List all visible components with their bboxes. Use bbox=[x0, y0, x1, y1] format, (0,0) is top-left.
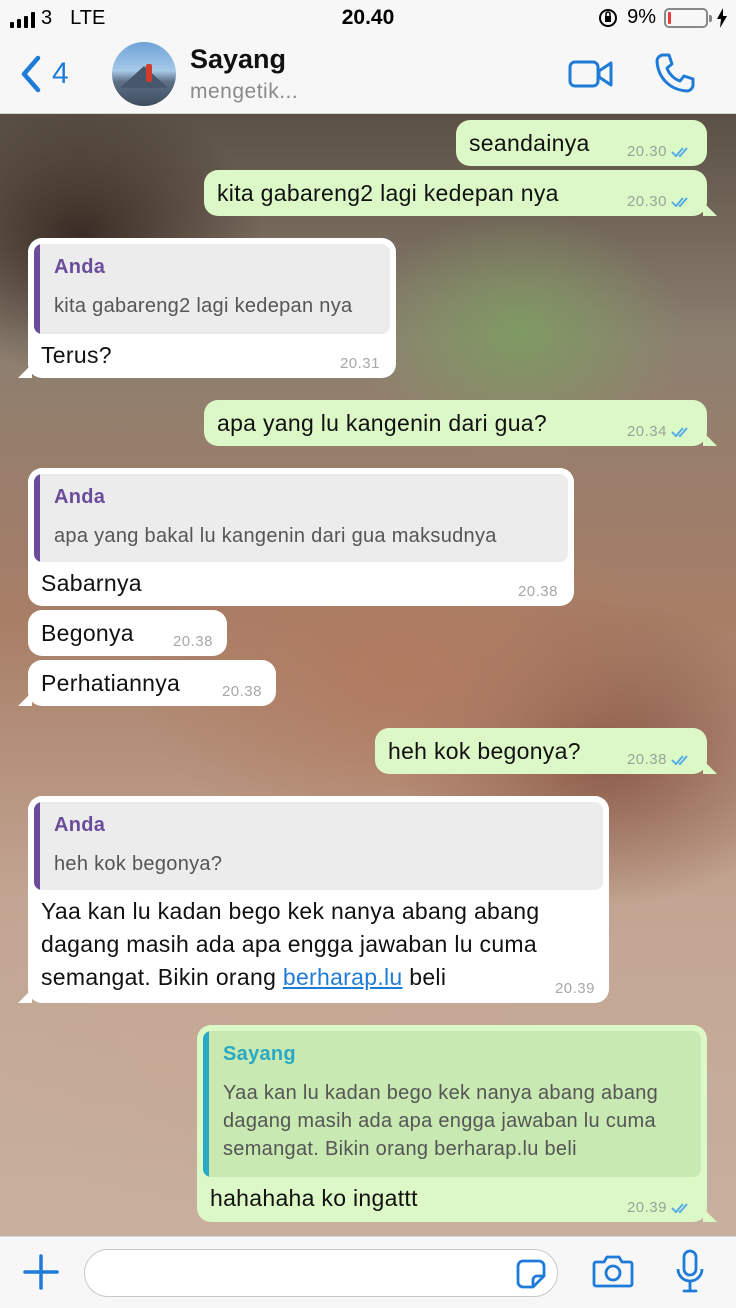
message-input-bar bbox=[0, 1236, 736, 1308]
sticker-icon[interactable] bbox=[515, 1258, 547, 1290]
chat-area[interactable]: seandainya 20.30 kita gabareng2 lagi ked… bbox=[0, 114, 736, 1236]
message-time: 20.34 bbox=[626, 423, 667, 440]
message-meta: 20.38 bbox=[222, 683, 262, 700]
quoted-text: heh kok begonya? bbox=[54, 853, 223, 875]
orientation-lock-icon bbox=[599, 8, 618, 27]
message-time: 20.39 bbox=[626, 1199, 667, 1216]
message-meta: 20.38 bbox=[518, 583, 558, 600]
quoted-text: kita gabareng2 lagi kedepan nya bbox=[54, 295, 353, 317]
message-time: 20.38 bbox=[172, 633, 213, 650]
message-bubble-outgoing[interactable]: heh kok begonya? 20.38 bbox=[375, 728, 717, 774]
message-text: Perhatiannya bbox=[41, 670, 181, 696]
quoted-text-line: dagang masih ada apa engga jawaban lu cu… bbox=[223, 1110, 656, 1132]
message-text: apa yang lu kangenin dari gua? bbox=[217, 410, 547, 436]
message-text: Sabarnya bbox=[41, 570, 142, 596]
back-button[interactable]: 4 bbox=[18, 54, 69, 94]
battery-fill bbox=[668, 11, 671, 24]
message-text-input[interactable] bbox=[101, 1256, 501, 1290]
quoted-text: apa yang bakal lu kangenin dari gua maks… bbox=[54, 525, 497, 547]
message-meta: 20.30 bbox=[627, 193, 693, 210]
double-check-icon bbox=[671, 426, 688, 437]
plus-icon[interactable] bbox=[22, 1253, 60, 1291]
back-count: 4 bbox=[52, 57, 69, 90]
battery-percent: 9% bbox=[627, 6, 656, 28]
message-text-line: semangat. Bikin orang berharap.lu beli bbox=[41, 964, 447, 990]
quoted-message[interactable]: Sayang Yaa kan lu kadan bego kek nanya a… bbox=[203, 1031, 701, 1177]
message-meta: 20.38 bbox=[173, 633, 213, 650]
chevron-left-icon bbox=[21, 55, 41, 93]
message-bubble-outgoing[interactable]: Sayang Yaa kan lu kadan bego kek nanya a… bbox=[197, 1025, 717, 1222]
double-check-icon bbox=[671, 146, 688, 157]
message-input[interactable] bbox=[84, 1249, 558, 1297]
message-bubble-outgoing[interactable]: apa yang lu kangenin dari gua? 20.34 bbox=[204, 400, 717, 446]
double-check-icon bbox=[671, 1202, 688, 1213]
message-bubble-incoming[interactable]: Begonya 20.38 bbox=[28, 610, 227, 656]
double-check-icon bbox=[671, 754, 688, 765]
charging-bolt-icon bbox=[717, 7, 727, 28]
message-text: Terus? bbox=[41, 342, 112, 368]
message-meta: 20.30 bbox=[627, 143, 693, 160]
chat-header: 4 Sayang mengetik... bbox=[0, 38, 736, 114]
message-meta: 20.39 bbox=[627, 1199, 693, 1216]
quoted-text-line: Yaa kan lu kadan bego kek nanya abang ab… bbox=[223, 1082, 659, 1104]
contact-name[interactable]: Sayang bbox=[190, 44, 286, 75]
avatar[interactable] bbox=[112, 42, 176, 106]
message-text: heh kok begonya? bbox=[388, 738, 581, 764]
message-link[interactable]: berharap.lu bbox=[283, 964, 403, 990]
message-bubble-incoming[interactable]: Anda apa yang bakal lu kangenin dari gua… bbox=[28, 468, 574, 606]
message-meta: 20.34 bbox=[627, 423, 693, 440]
video-call-icon[interactable] bbox=[568, 58, 614, 90]
message-meta: 20.38 bbox=[627, 751, 693, 768]
quoted-author: Anda bbox=[54, 486, 106, 508]
microphone-icon[interactable] bbox=[674, 1249, 706, 1295]
double-check-icon bbox=[671, 196, 688, 207]
status-right: 9% bbox=[597, 6, 728, 29]
message-bubble-incoming[interactable]: Perhatiannya 20.38 bbox=[18, 660, 276, 706]
message-time: 20.38 bbox=[517, 583, 558, 600]
message-text: seandainya bbox=[469, 130, 590, 156]
message-text: kita gabareng2 lagi kedepan nya bbox=[217, 180, 559, 206]
battery-icon bbox=[664, 7, 712, 28]
message-time: 20.30 bbox=[626, 193, 667, 210]
message-text-line: Yaa kan lu kadan bego kek nanya abang ab… bbox=[41, 898, 540, 924]
message-time: 20.38 bbox=[626, 751, 667, 768]
message-bubble-outgoing[interactable]: seandainya 20.30 bbox=[456, 120, 707, 166]
quoted-author: Sayang bbox=[223, 1043, 296, 1065]
status-bar: 3 LTE 20.40 9% bbox=[0, 0, 736, 38]
quoted-author: Anda bbox=[54, 814, 106, 836]
message-text-line: dagang masih ada apa engga jawaban lu cu… bbox=[41, 931, 537, 957]
message-meta: 20.39 bbox=[555, 980, 595, 997]
message-time: 20.30 bbox=[626, 143, 667, 160]
quoted-message[interactable]: Anda apa yang bakal lu kangenin dari gua… bbox=[34, 474, 568, 562]
message-bubble-outgoing[interactable]: kita gabareng2 lagi kedepan nya 20.30 bbox=[204, 170, 717, 216]
message-text: Begonya bbox=[41, 620, 134, 646]
quoted-author: Anda bbox=[54, 256, 106, 278]
message-meta: 20.31 bbox=[340, 355, 380, 372]
message-time: 20.31 bbox=[339, 355, 380, 372]
phone-icon[interactable] bbox=[654, 52, 696, 94]
message-bubble-incoming[interactable]: Anda kita gabareng2 lagi kedepan nya Ter… bbox=[18, 238, 396, 378]
message-time: 20.38 bbox=[221, 683, 262, 700]
message-bubble-incoming[interactable]: Anda heh kok begonya? Yaa kan lu kadan b… bbox=[18, 796, 609, 1003]
quoted-message[interactable]: Anda kita gabareng2 lagi kedepan nya bbox=[34, 244, 390, 334]
message-text: hahahaha ko ingattt bbox=[210, 1185, 418, 1211]
message-time: 20.39 bbox=[554, 980, 595, 997]
contact-status: mengetik... bbox=[190, 80, 299, 103]
quoted-text-line: semangat. Bikin orang berharap.lu beli bbox=[223, 1138, 577, 1160]
quoted-message[interactable]: Anda heh kok begonya? bbox=[34, 802, 603, 890]
camera-icon[interactable] bbox=[592, 1253, 634, 1289]
